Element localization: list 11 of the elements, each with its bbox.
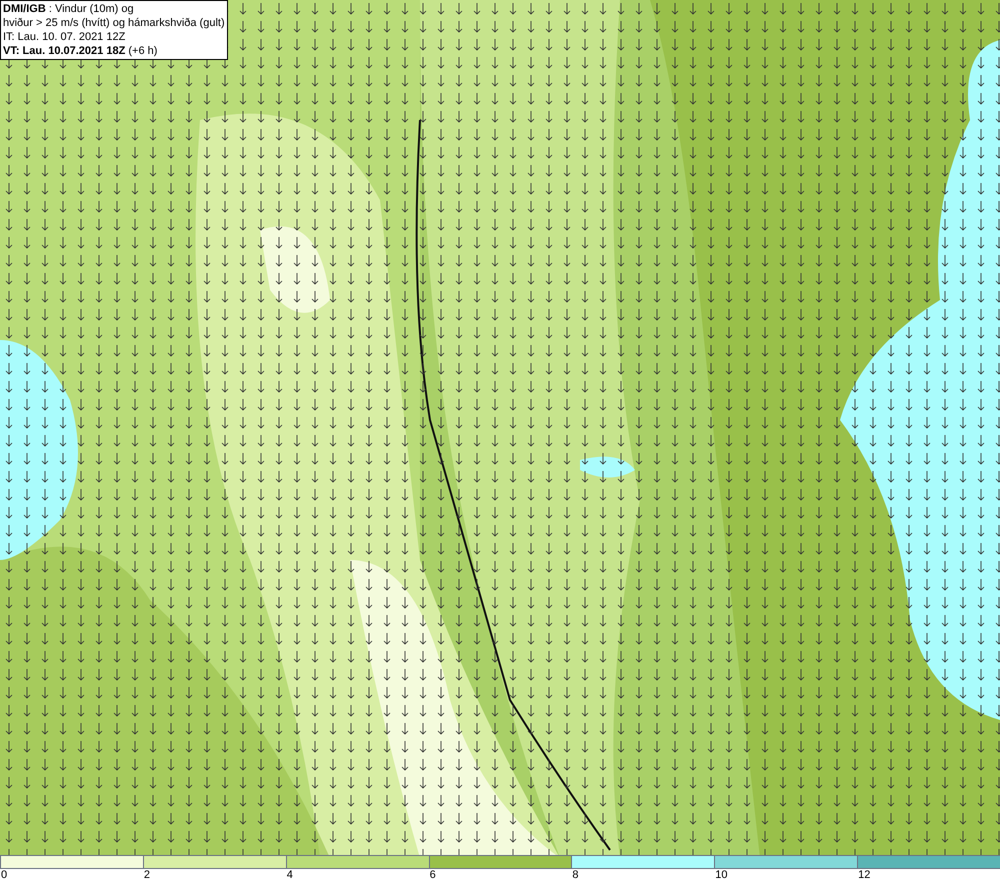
header-line: IT: Lau. 10. 07. 2021 12Z: [3, 30, 126, 44]
legend-label: 12: [857, 869, 872, 882]
legend-label: 8: [571, 869, 580, 882]
legend-label: 10: [714, 869, 729, 882]
legend-label: 6: [428, 869, 437, 882]
legend-label: 0: [0, 869, 8, 882]
header-line: DMI/IGB : Vindur (10m) og: [3, 2, 135, 16]
header-line: VT: Lau. 10.07.2021 18Z (+6 h): [3, 44, 158, 58]
legend-label: 2: [142, 869, 151, 882]
header-line: hviður > 25 m/s (hvítt) og hámarkshviða (gult): [3, 16, 225, 30]
legend-label: 4: [286, 869, 294, 882]
